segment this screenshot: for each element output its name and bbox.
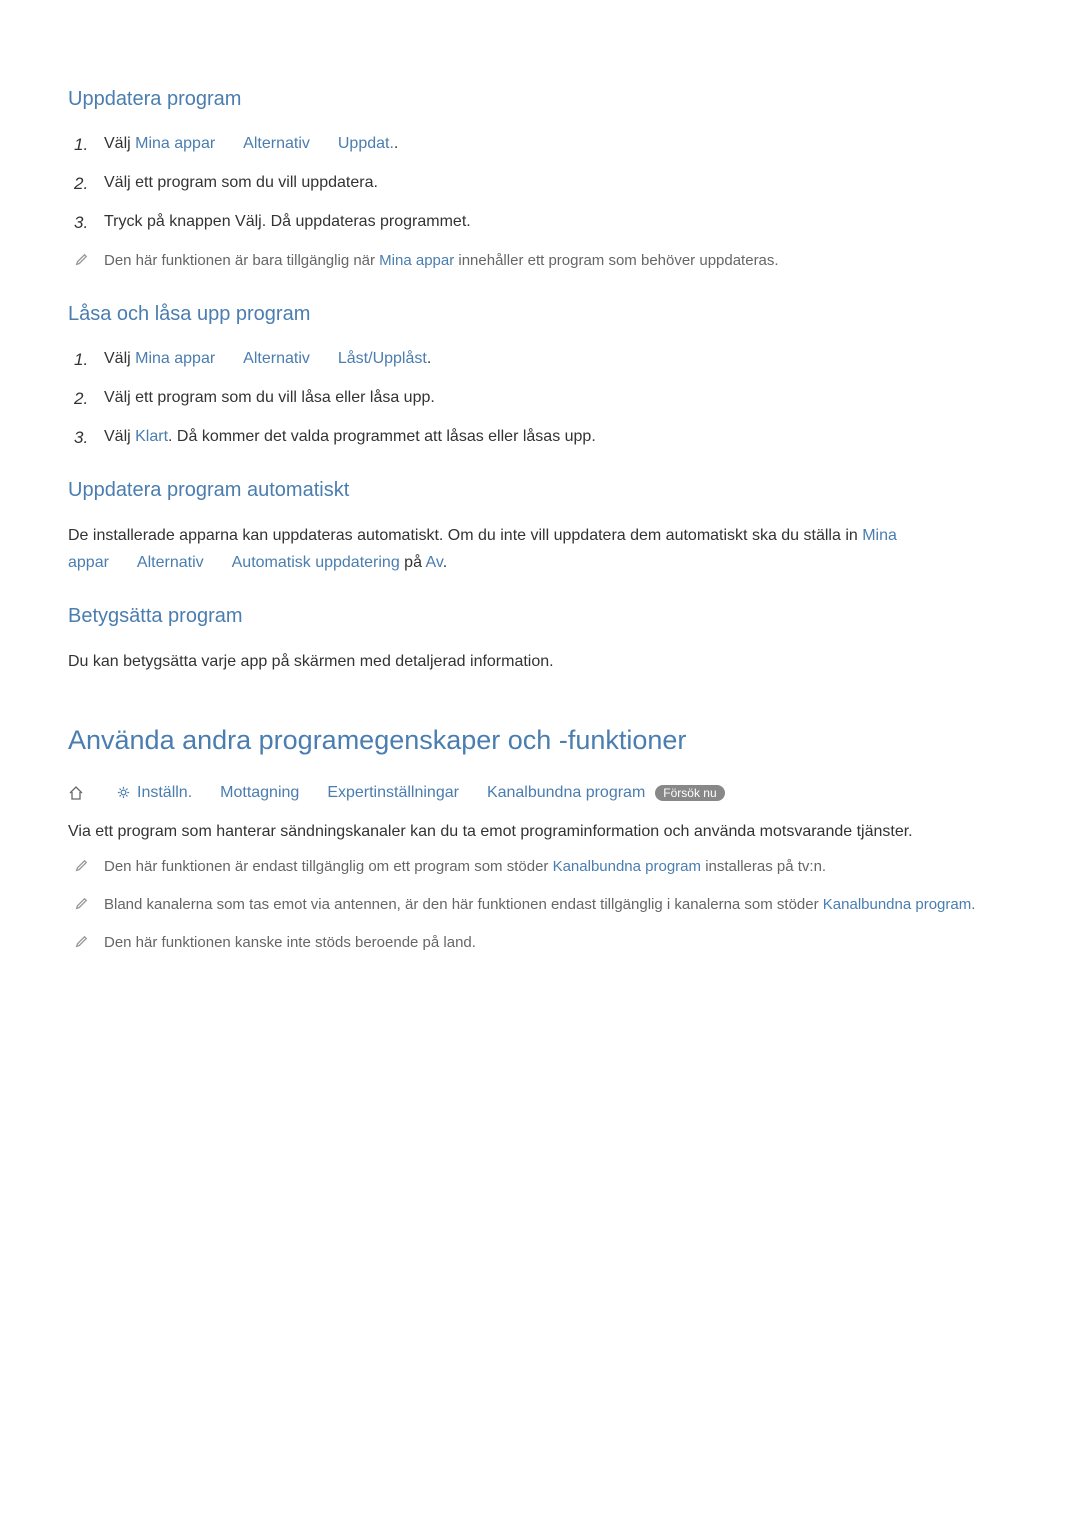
text: . Då kommer det valda programmet att lås… xyxy=(168,428,596,445)
list-number: 2. xyxy=(68,170,104,197)
list-text: Välj Klart. Då kommer det valda programm… xyxy=(104,424,1012,450)
text: . xyxy=(443,554,447,571)
list-item: 3. Tryck på knappen Välj. Då uppdateras … xyxy=(68,209,1012,236)
link-mina-appar[interactable]: Mina appar xyxy=(135,135,215,152)
paragraph-auto-update: De installerade apparna kan uppdateras a… xyxy=(68,522,1012,576)
breadcrumb: Inställn. Mottagning Expertinställningar… xyxy=(68,784,1012,802)
list-number: 2. xyxy=(68,385,104,412)
try-now-badge[interactable]: Försök nu xyxy=(655,785,724,801)
paragraph-rate-apps: Du kan betygsätta varje app på skärmen m… xyxy=(68,648,1012,675)
text: på xyxy=(400,554,426,571)
pencil-icon xyxy=(68,931,104,957)
link-alternativ[interactable]: Alternativ xyxy=(243,135,310,152)
text: innehåller ett program som behöver uppda… xyxy=(454,252,778,269)
link-kanalbundna[interactable]: Kanalbundna program xyxy=(823,896,971,913)
list-text: Välj ett program som du vill uppdatera. xyxy=(104,170,1012,196)
text: Välj xyxy=(104,350,135,367)
note-text: Den här funktionen är bara tillgänglig n… xyxy=(104,249,1012,273)
note-text: Bland kanalerna som tas emot via antenne… xyxy=(104,893,1012,917)
list-text: Tryck på knappen Välj. Då uppdateras pro… xyxy=(104,209,1012,235)
list-text: Välj Mina appar Alternativ Låst/Upplåst. xyxy=(104,346,1012,372)
list-item: 1. Välj Mina appar Alternativ Låst/Upplåst… xyxy=(68,346,1012,373)
link-last-upplast[interactable]: Låst/Upplåst xyxy=(338,350,427,367)
link-auto-uppdatering[interactable]: Automatisk uppdatering xyxy=(232,554,400,571)
heading-auto-update: Uppdatera program automatiskt xyxy=(68,479,1012,502)
home-icon xyxy=(68,785,84,801)
text: De installerade apparna kan uppdateras a… xyxy=(68,527,862,544)
paragraph-channel-apps: Via ett program som hanterar sändningska… xyxy=(68,818,1012,845)
list-number: 1. xyxy=(68,131,104,158)
heading-other-features: Använda andra programegenskaper och -fun… xyxy=(68,725,1012,756)
list-item: 2. Välj ett program som du vill uppdater… xyxy=(68,170,1012,197)
text: Den här funktionen är bara tillgänglig n… xyxy=(104,252,379,269)
text: . xyxy=(427,350,431,367)
gear-icon xyxy=(116,785,131,800)
pencil-icon xyxy=(68,249,104,275)
list-text: Välj ett program som du vill låsa eller … xyxy=(104,385,1012,411)
list-number: 3. xyxy=(68,209,104,236)
note-text: Den här funktionen kanske inte stöds ber… xyxy=(104,931,1012,955)
text: Bland kanalerna som tas emot via antenne… xyxy=(104,896,823,913)
list-update-apps: 1. Välj Mina appar Alternativ Uppdat.. 2. … xyxy=(68,131,1012,275)
pencil-icon xyxy=(68,855,104,881)
link-uppdat[interactable]: Uppdat. xyxy=(338,135,394,152)
list-number: 1. xyxy=(68,346,104,373)
note-item: Den här funktionen är endast tillgänglig… xyxy=(68,855,1012,881)
text: installeras på tv:n. xyxy=(701,858,826,875)
link-klart[interactable]: Klart xyxy=(135,428,168,445)
breadcrumb-expert[interactable]: Expertinställningar xyxy=(327,784,459,802)
note-item: Den här funktionen kanske inte stöds ber… xyxy=(68,931,1012,957)
note-item: Den här funktionen är bara tillgänglig n… xyxy=(68,249,1012,275)
text: . xyxy=(394,135,398,152)
link-alternativ[interactable]: Alternativ xyxy=(137,554,204,571)
text: . xyxy=(971,896,975,913)
breadcrumb-installn[interactable]: Inställn. xyxy=(137,784,192,802)
text: Den här funktionen är endast tillgänglig… xyxy=(104,858,553,875)
list-item: 1. Välj Mina appar Alternativ Uppdat.. xyxy=(68,131,1012,158)
text: Välj xyxy=(104,428,135,445)
link-kanalbundna[interactable]: Kanalbundna program xyxy=(553,858,701,875)
breadcrumb-mottagning[interactable]: Mottagning xyxy=(220,784,299,802)
note-text: Den här funktionen är endast tillgänglig… xyxy=(104,855,1012,879)
link-alternativ[interactable]: Alternativ xyxy=(243,350,310,367)
pencil-icon xyxy=(68,893,104,919)
heading-update-apps: Uppdatera program xyxy=(68,88,1012,111)
link-mina-appar[interactable]: Mina appar xyxy=(135,350,215,367)
list-item: 3. Välj Klart. Då kommer det valda progr… xyxy=(68,424,1012,451)
list-item: 2. Välj ett program som du vill låsa ell… xyxy=(68,385,1012,412)
list-lock-unlock: 1. Välj Mina appar Alternativ Låst/Upplåst… xyxy=(68,346,1012,452)
note-item: Bland kanalerna som tas emot via antenne… xyxy=(68,893,1012,919)
list-number: 3. xyxy=(68,424,104,451)
heading-rate-apps: Betygsätta program xyxy=(68,605,1012,628)
link-mina-appar[interactable]: Mina appar xyxy=(379,252,454,269)
list-text: Välj Mina appar Alternativ Uppdat.. xyxy=(104,131,1012,157)
heading-lock-unlock: Låsa och låsa upp program xyxy=(68,303,1012,326)
link-av[interactable]: Av xyxy=(426,554,443,571)
breadcrumb-kanalbundna[interactable]: Kanalbundna program xyxy=(487,784,645,802)
text: Välj xyxy=(104,135,135,152)
